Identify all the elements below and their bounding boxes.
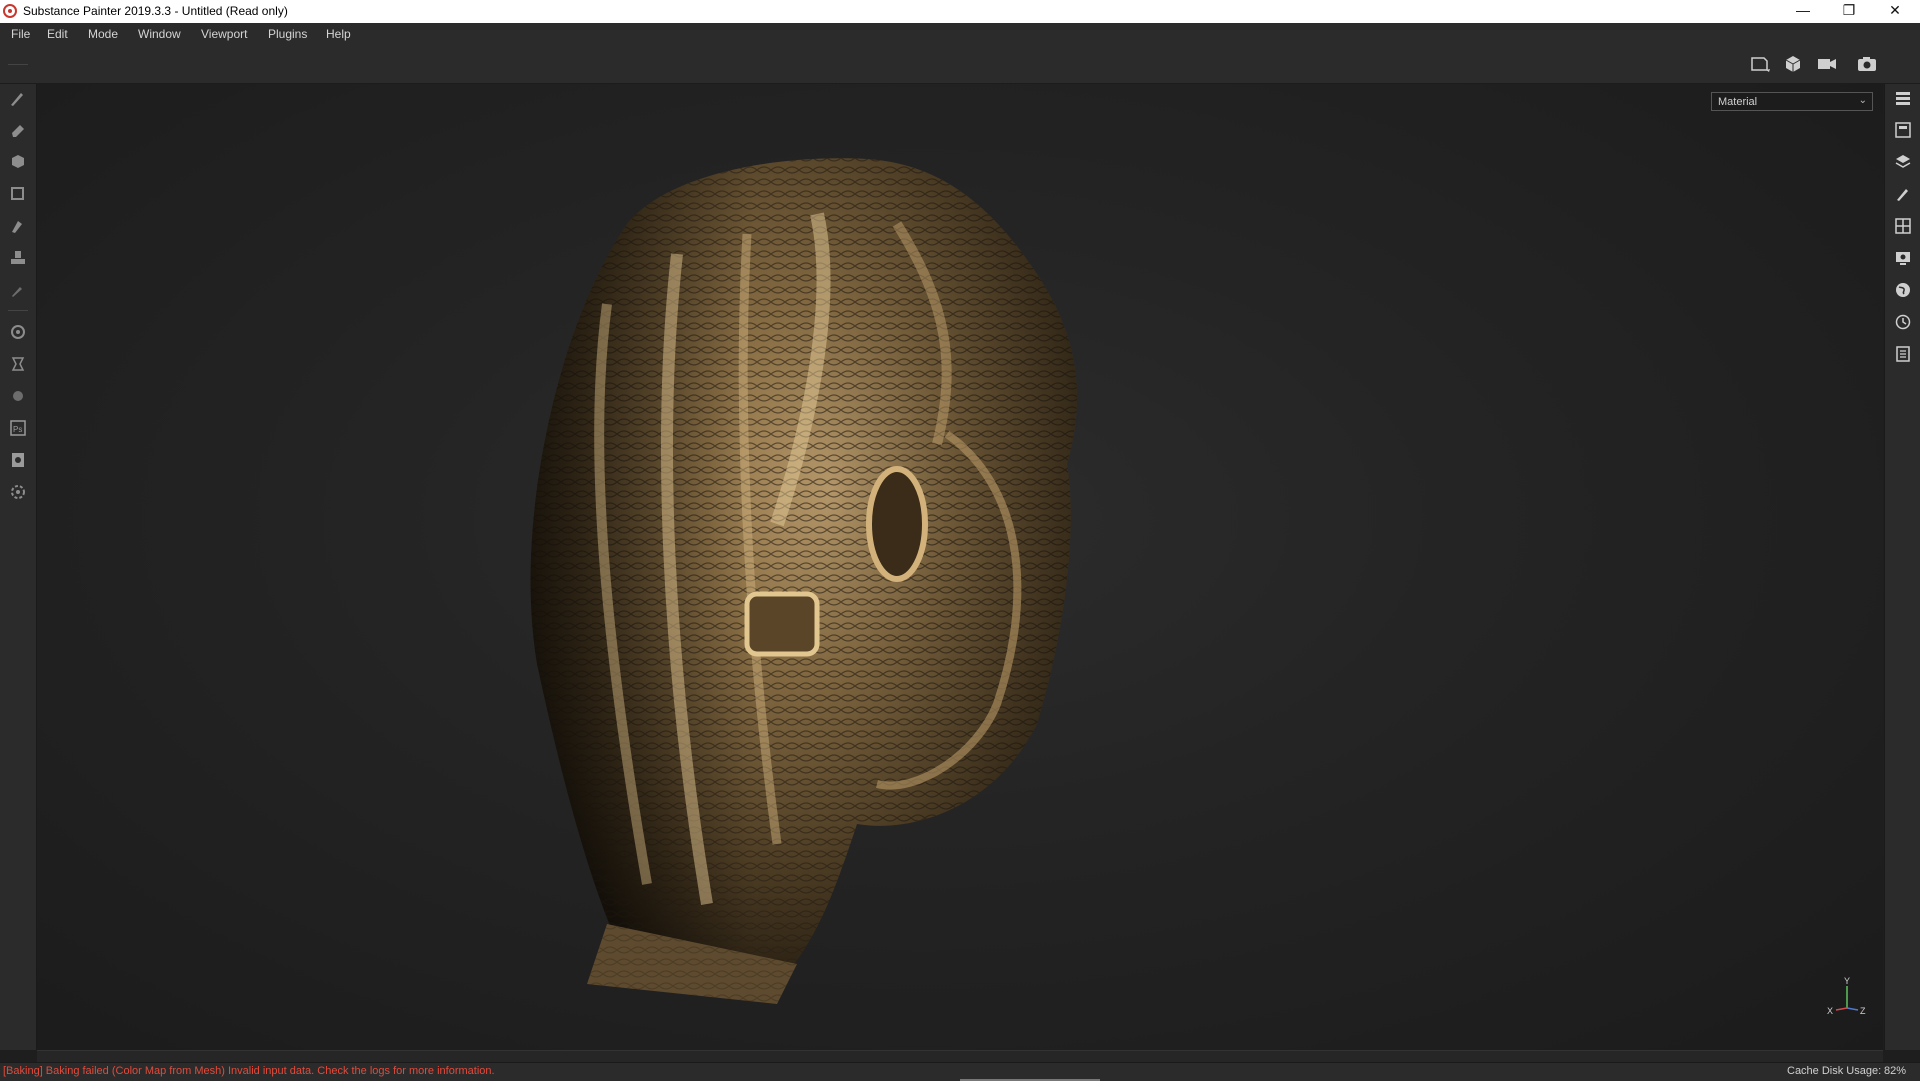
environment-icon[interactable] bbox=[1891, 278, 1915, 302]
axis-z-label: Z bbox=[1860, 1006, 1866, 1016]
cache-disk-usage-label: Cache Disk Usage: bbox=[1787, 1065, 1882, 1077]
channel-value: Material bbox=[1718, 96, 1758, 108]
svg-text:Ps: Ps bbox=[13, 425, 22, 434]
bake-settings-icon[interactable] bbox=[6, 320, 30, 344]
video-icon[interactable] bbox=[1815, 53, 1839, 75]
status-bar: [Baking] Baking failed (Color Map from M… bbox=[0, 1062, 1920, 1081]
export-textures-icon[interactable] bbox=[6, 448, 30, 472]
channel-dropdown[interactable]: Material ⌄ bbox=[1711, 92, 1873, 111]
axis-x-label: X bbox=[1827, 1006, 1833, 1016]
smudge-icon[interactable] bbox=[6, 214, 30, 238]
divider bbox=[8, 310, 28, 311]
texture-set-list-icon[interactable] bbox=[1891, 86, 1915, 110]
close-button[interactable]: ✕ bbox=[1872, 0, 1918, 23]
viewport-toolbar bbox=[0, 45, 1920, 84]
eraser-icon[interactable] bbox=[6, 118, 30, 142]
properties-icon[interactable] bbox=[1891, 182, 1915, 206]
substance-painter-logo-icon bbox=[3, 4, 17, 18]
layers-icon[interactable] bbox=[1891, 150, 1915, 174]
clone-stamp-icon[interactable] bbox=[6, 246, 30, 270]
chevron-down-icon: ⌄ bbox=[1858, 95, 1867, 106]
window-title: Substance Painter 2019.3.3 - Untitled (R… bbox=[23, 4, 288, 18]
projection-icon[interactable] bbox=[6, 150, 30, 174]
axis-y-label: Y bbox=[1844, 976, 1850, 986]
menu-bar: File Edit Mode Window Viewport Plugins H… bbox=[0, 23, 1920, 45]
bake-error-message[interactable]: [Baking] Baking failed (Color Map from M… bbox=[3, 1065, 495, 1077]
restore-button[interactable]: ❐ bbox=[1826, 0, 1872, 23]
display-settings-icon[interactable] bbox=[1891, 246, 1915, 270]
panel-dock bbox=[1884, 84, 1920, 1050]
photoshop-export-icon[interactable]: Ps bbox=[6, 416, 30, 440]
paint-brush-icon[interactable] bbox=[6, 86, 30, 110]
polygon-fill-icon[interactable] bbox=[6, 182, 30, 206]
history-icon[interactable] bbox=[1891, 310, 1915, 334]
display-settings-icon[interactable] bbox=[1748, 53, 1772, 75]
texture-set-settings-icon[interactable] bbox=[1891, 118, 1915, 142]
settings-icon[interactable] bbox=[6, 480, 30, 504]
shader-icon[interactable] bbox=[6, 384, 30, 408]
cache-disk-usage-value: 82% bbox=[1884, 1065, 1907, 1077]
iray-icon[interactable] bbox=[6, 352, 30, 376]
menu-plugins[interactable]: Plugins bbox=[268, 27, 307, 41]
screenshot-icon[interactable] bbox=[1855, 53, 1879, 75]
shelf-icon[interactable] bbox=[1891, 214, 1915, 238]
minimize-button[interactable]: — bbox=[1780, 0, 1826, 23]
camera-view-icon[interactable] bbox=[1782, 53, 1806, 75]
bronze-sculpted-head-model bbox=[530, 158, 1077, 1004]
title-bar: Substance Painter 2019.3.3 - Untitled (R… bbox=[0, 0, 1920, 23]
menu-viewport[interactable]: Viewport bbox=[201, 27, 247, 41]
tool-strip: Ps bbox=[0, 64, 37, 1050]
axis-gizmo: Y X Z bbox=[1827, 976, 1866, 1016]
color-picker-icon[interactable] bbox=[6, 278, 30, 302]
log-icon[interactable] bbox=[1891, 342, 1915, 366]
menu-mode[interactable]: Mode bbox=[88, 27, 118, 41]
menu-window[interactable]: Window bbox=[138, 27, 181, 41]
menu-file[interactable]: File bbox=[11, 27, 30, 41]
menu-edit[interactable]: Edit bbox=[47, 27, 68, 41]
3d-viewport[interactable]: Material ⌄ Y X Z bbox=[37, 84, 1883, 1050]
divider bbox=[8, 64, 28, 65]
menu-help[interactable]: Help bbox=[326, 27, 351, 41]
